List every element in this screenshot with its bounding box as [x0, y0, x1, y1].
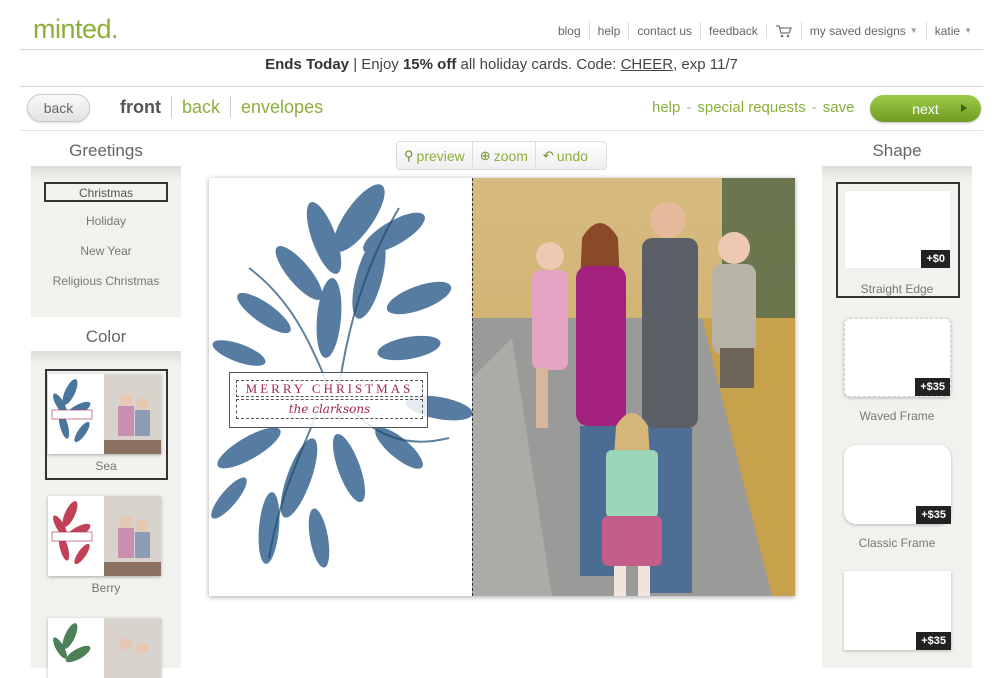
card-fold-line — [472, 178, 473, 596]
greeting-text-field[interactable]: MERRY CHRISTMAS — [236, 380, 423, 397]
panel-shade — [31, 166, 181, 180]
shape-label-classic-frame: Classic Frame — [858, 536, 936, 550]
price-badge: +$35 — [916, 632, 951, 650]
promo-text-post: , exp 11/7 — [673, 56, 738, 73]
next-button[interactable]: next — [870, 95, 981, 122]
shape-option-waved-frame[interactable]: +$35 — [844, 318, 951, 397]
thumb-front — [48, 496, 104, 576]
greeting-option-christmas[interactable]: Christmas — [44, 182, 168, 202]
nav-help[interactable]: help — [588, 22, 629, 40]
thumb-photo — [104, 618, 161, 678]
undo-icon: ↶ — [542, 147, 554, 163]
promo-lead: Ends Today — [265, 56, 350, 73]
zoom-label: zoom — [493, 147, 528, 164]
back-button[interactable]: back — [27, 94, 90, 122]
nav-my-saved-designs[interactable]: my saved designs ▼ — [800, 22, 926, 40]
color-title: Color — [85, 327, 127, 346]
greeting-text-box[interactable]: MERRY CHRISTMAS the clarksons — [229, 372, 428, 428]
card-canvas[interactable]: MERRY CHRISTMAS the clarksons — [209, 178, 795, 596]
greeting-option-holiday[interactable]: Holiday — [44, 212, 168, 232]
chevron-down-icon: ▼ — [964, 26, 972, 35]
tab-front[interactable]: front — [120, 96, 171, 118]
special-requests-link[interactable]: special requests — [697, 99, 805, 116]
nav-blog[interactable]: blog — [550, 22, 589, 40]
view-tabs: front back envelopes — [120, 96, 333, 118]
greetings-panel: Christmas Holiday New Year Religious Chr… — [31, 180, 181, 317]
promo-text-pre: | Enjoy — [353, 56, 399, 73]
zoom-in-icon: ⊕ — [479, 147, 491, 163]
link-separator: - — [811, 99, 817, 116]
promo-banner: Ends Today | Enjoy 15% off all holiday c… — [20, 56, 983, 73]
color-option-green[interactable] — [48, 618, 161, 678]
thumb-front — [48, 618, 104, 678]
divider — [20, 86, 983, 87]
help-link[interactable]: help — [652, 99, 680, 116]
shape-option-4[interactable]: +$35 — [844, 571, 951, 650]
divider — [20, 130, 983, 131]
canvas-toolbar: ⚲ preview ⊕ zoom ↶ undo — [396, 141, 607, 170]
nav-user-menu[interactable]: katie ▼ — [925, 22, 980, 40]
editor-links: help - special requests - save — [652, 99, 854, 116]
greetings-title: Greetings — [69, 141, 143, 160]
panel-shade — [31, 351, 181, 365]
link-separator: - — [686, 99, 692, 116]
color-option-berry[interactable] — [48, 496, 161, 576]
selected-shape-outline — [836, 182, 960, 298]
tab-envelopes[interactable]: envelopes — [230, 96, 333, 118]
preview-button[interactable]: ⚲ preview — [397, 142, 472, 169]
preview-label: preview — [416, 147, 465, 164]
minted-logo[interactable]: minted. — [33, 14, 119, 45]
selected-color-outline — [45, 369, 168, 480]
family-photo[interactable] — [472, 178, 795, 596]
shape-title: Shape — [872, 141, 922, 160]
user-name: katie — [934, 24, 961, 38]
chevron-down-icon: ▼ — [909, 26, 918, 35]
shape-option-classic-frame[interactable]: +$35 — [844, 445, 951, 524]
thumb-photo — [104, 496, 161, 576]
magnifier-icon: ⚲ — [404, 147, 414, 163]
divider — [20, 49, 983, 50]
price-badge: +$35 — [915, 378, 950, 396]
zoom-button[interactable]: ⊕ zoom — [471, 142, 535, 169]
nav-feedback[interactable]: feedback — [700, 22, 766, 40]
price-badge: +$35 — [916, 506, 951, 524]
promo-code-link[interactable]: CHEER — [621, 56, 674, 73]
undo-label: undo — [556, 147, 588, 164]
next-label: next — [912, 100, 939, 117]
color-label-berry: Berry — [91, 581, 121, 595]
save-link[interactable]: save — [823, 99, 855, 116]
arrow-right-icon — [961, 104, 967, 112]
greeting-option-new-year[interactable]: New Year — [44, 242, 168, 262]
family-name-field[interactable]: the clarksons — [236, 399, 423, 419]
saved-designs-label: my saved designs — [809, 24, 906, 38]
shape-label-waved-frame: Waved Frame — [859, 409, 935, 423]
cart-icon[interactable] — [765, 24, 801, 38]
promo-discount: 15% off — [402, 56, 457, 73]
nav-contact-us[interactable]: contact us — [628, 22, 700, 40]
tab-back[interactable]: back — [170, 96, 230, 118]
panel-shade — [822, 166, 972, 180]
undo-button[interactable]: ↶ undo — [534, 142, 595, 169]
greeting-option-religious-christmas[interactable]: Religious Christmas — [44, 272, 168, 292]
top-navigation: blog help contact us feedback my saved d… — [550, 22, 980, 40]
promo-text-mid: all holiday cards. Code: — [460, 56, 617, 73]
